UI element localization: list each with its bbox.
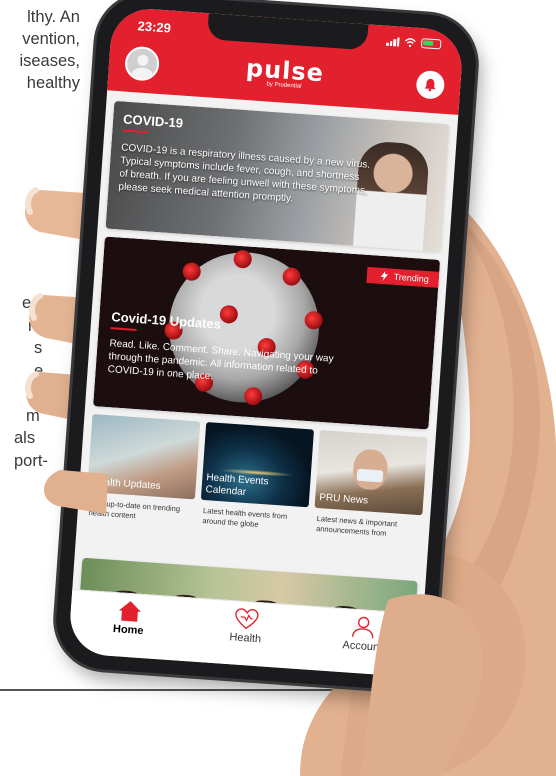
thumb-illustration <box>43 470 483 776</box>
